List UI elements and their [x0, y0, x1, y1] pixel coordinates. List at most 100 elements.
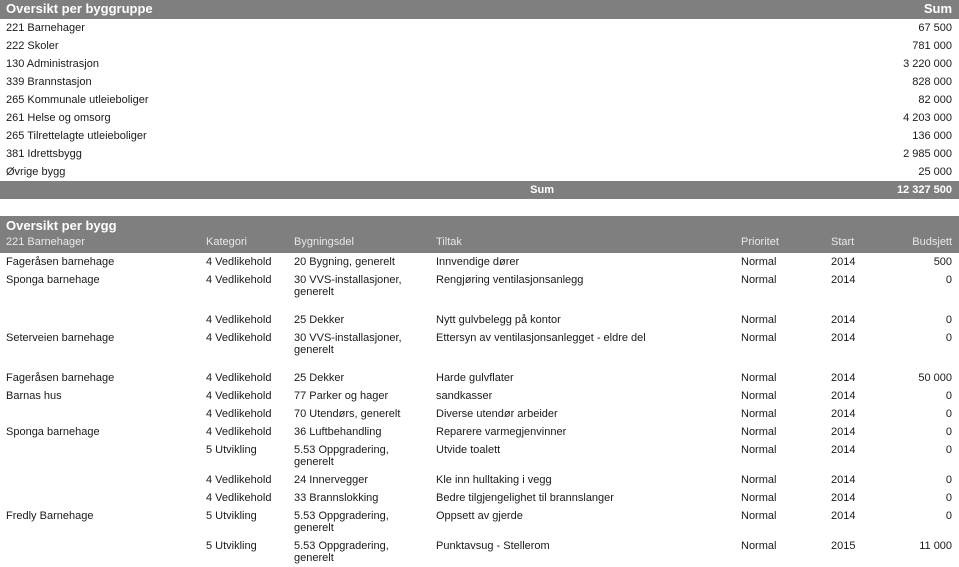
cell-bygningsdel: 30 VVS-installasjoner, generelt [294, 332, 402, 356]
column-header-bygg[interactable]: 221 Barnehager [0, 234, 200, 253]
cell-bygg [0, 537, 200, 567]
group-name-cell: 221 Barnehager [6, 22, 85, 34]
cell-budsjett: 50 000 [918, 372, 953, 384]
column-header-tiltak[interactable]: Tiltak [430, 234, 735, 253]
group-sum-cell: 828 000 [912, 76, 952, 88]
group-sum-cell: 82 000 [918, 94, 952, 106]
cell-tiltak: Utvide toalett [436, 444, 501, 456]
cell-budsjett: 0 [945, 426, 953, 438]
table-building-column-headers: 221 Barnehager Kategori Bygningsdel Tilt… [0, 234, 959, 253]
cell-prioritet: Normal [741, 426, 777, 438]
cell-tiltak: sandkasser [436, 390, 493, 402]
cell-bygningsdel: 5.53 Oppgradering, generelt [294, 540, 389, 564]
table-row: 261 Helse og omsorg 4 203 000 [0, 109, 959, 127]
cell-budsjett: 11 000 [919, 540, 953, 552]
cell-start: 2014 [831, 408, 856, 420]
column-header-bygningsdel[interactable]: Bygningsdel [288, 234, 430, 253]
cell-kategori: 4 Vedlikehold [206, 332, 272, 344]
cell-start: 2014 [831, 332, 856, 344]
table-row: Barnas hus 4 Vedlikehold 77 Parker og hage… [0, 387, 959, 405]
cell-bygningsdel: 30 VVS-installasjoner, generelt [294, 274, 402, 298]
cell-start: 2014 [831, 492, 856, 504]
cell-tiltak: Nytt gulvbelegg på kontor [436, 314, 561, 326]
column-header-prioritet[interactable]: Prioritet [735, 234, 825, 253]
cell-kategori: 4 Vedlikehold [206, 274, 272, 286]
table-row: Fageråsen barnehage 4 Vedlikehold 25 Dekke… [0, 369, 959, 387]
group-sum-cell: 2 985 000 [903, 148, 952, 160]
cell-bygningsdel: 24 Innervegger [294, 474, 368, 486]
cell-prioritet: Normal [741, 540, 777, 552]
cell-kategori: 4 Vedlikehold [206, 408, 272, 420]
cell-tiltak: Diverse utendør arbeider [436, 408, 558, 420]
table-row: Sponga barnehage 4 Vedlikehold 36 Luftbeha… [0, 423, 959, 441]
cell-kategori: 4 Vedlikehold [206, 492, 272, 504]
cell-bygg: Fageråsen barnehage [6, 256, 115, 268]
cell-bygningsdel: 20 Bygning, generelt [294, 256, 395, 268]
group-name-cell: Øvrige bygg [6, 166, 66, 178]
table-group-sum-header: Sum [600, 0, 959, 19]
cell-budsjett: 0 [945, 332, 953, 344]
table-group-sum-row: Sum 12 327 500 [0, 181, 959, 199]
table-group-summary: Oversikt per byggruppe Sum 221 Barnehage… [0, 0, 959, 199]
cell-kategori: 4 Vedlikehold [206, 314, 272, 326]
cell-tiltak: Innvendige dører [436, 256, 520, 268]
cell-bygningsdel: 33 Brannslokking [294, 492, 379, 504]
cell-bygg: Barnas hus [6, 390, 62, 402]
cell-bygningsdel: 36 Luftbehandling [294, 426, 382, 438]
cell-prioritet: Normal [741, 492, 777, 504]
table-row: 4 Vedlikehold 33 Brannslokking Bedre tilgj… [0, 489, 959, 507]
cell-start: 2014 [831, 274, 856, 286]
group-name-cell: 130 Administrasjon [6, 58, 99, 70]
cell-bygningsdel: 25 Dekker [294, 372, 345, 384]
cell-kategori: 4 Vedlikehold [206, 474, 272, 486]
cell-budsjett: 0 [945, 274, 953, 286]
table-row: Øvrige bygg 25 000 [0, 163, 959, 181]
cell-bygg: Sponga barnehage [6, 426, 100, 438]
table-building-detail: Oversikt per bygg 221 Barnehager Kategor… [0, 216, 959, 567]
table-row: 5 Utvikling 5.53 Oppgradering, generelt Pu… [0, 537, 959, 567]
cell-bygg [0, 311, 200, 329]
cell-tiltak: Reparere varmegjenvinner [436, 426, 567, 438]
table-row: 130 Administrasjon 3 220 000 [0, 55, 959, 73]
table-group-sum-value: 12 327 500 [600, 181, 959, 199]
cell-budsjett: 0 [945, 492, 953, 504]
cell-bygningsdel: 25 Dekker [294, 314, 345, 326]
cell-start: 2014 [831, 474, 856, 486]
cell-prioritet: Normal [741, 256, 777, 268]
group-name-cell: 261 Helse og omsorg [6, 112, 111, 124]
group-sum-cell: 781 000 [912, 40, 952, 52]
table-group-title-bar: Oversikt per byggruppe Sum [0, 0, 959, 19]
column-header-start[interactable]: Start [825, 234, 885, 253]
group-sum-cell: 136 000 [912, 130, 952, 142]
cell-bygningsdel: 70 Utendørs, generelt [294, 408, 401, 420]
cell-bygg: Seterveien barnehage [6, 332, 115, 344]
cell-tiltak: Rengjøring ventilasjonsanlegg [436, 274, 584, 286]
table-group-sum-label: Sum [0, 181, 600, 199]
group-name-cell: 265 Kommunale utleieboliger [6, 94, 149, 106]
cell-kategori: 4 Vedlikehold [206, 256, 272, 268]
cell-prioritet: Normal [741, 314, 777, 326]
column-header-budsjett[interactable]: Budsjett [885, 234, 959, 253]
cell-bygg [0, 405, 200, 423]
table-building-title-bar: Oversikt per bygg [0, 216, 959, 234]
cell-start: 2014 [831, 426, 856, 438]
group-name-cell: 222 Skoler [6, 40, 59, 52]
cell-tiltak: Bedre tilgjengelighet til brannslanger [436, 492, 614, 504]
cell-kategori: 4 Vedlikehold [206, 390, 272, 402]
table-row: 381 Idrettsbygg 2 985 000 [0, 145, 959, 163]
cell-start: 2014 [831, 444, 856, 456]
cell-bygg [0, 441, 200, 471]
cell-budsjett: 0 [945, 474, 953, 486]
group-sum-cell: 3 220 000 [903, 58, 952, 70]
cell-budsjett: 0 [945, 314, 953, 326]
table-building-head: Oversikt per bygg 221 Barnehager Kategor… [0, 216, 959, 253]
cell-budsjett: 0 [945, 444, 953, 456]
cell-kategori: 4 Vedlikehold [206, 372, 272, 384]
table-group-head: Oversikt per byggruppe Sum [0, 0, 959, 19]
cell-kategori: 5 Utvikling [206, 540, 257, 552]
table-row: 4 Vedlikehold 24 Innervegger Kle inn hullt… [0, 471, 959, 489]
cell-prioritet: Normal [741, 474, 777, 486]
column-header-kategori[interactable]: Kategori [200, 234, 288, 253]
table-row: 4 Vedlikehold 70 Utendørs, generelt Divers… [0, 405, 959, 423]
